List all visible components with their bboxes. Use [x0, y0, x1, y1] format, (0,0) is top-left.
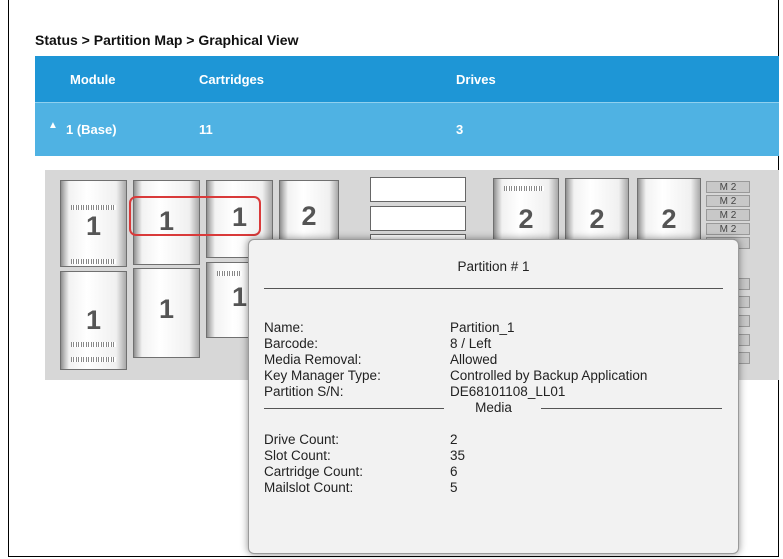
- field-value: DE68101108_LL01: [450, 384, 566, 399]
- tooltip-title: Partition # 1: [457, 259, 530, 274]
- field-label: Name:: [264, 320, 304, 335]
- field-value: Allowed: [450, 352, 498, 367]
- barcode-label: [71, 342, 116, 347]
- divider: [264, 288, 723, 289]
- field-value: 35: [450, 448, 466, 463]
- barcode-label: [217, 271, 242, 276]
- magazine-slot[interactable]: 2: [493, 178, 559, 248]
- barcode-label: [504, 186, 544, 191]
- barcode-label: [71, 357, 116, 362]
- breadcrumb: Status > Partition Map > Graphical View: [35, 32, 299, 48]
- mailslot[interactable]: M 2: [706, 223, 750, 235]
- magazine-slot[interactable]: 1: [133, 268, 200, 358]
- cartridges-value: 11: [199, 122, 213, 137]
- field-label: Key Manager Type:: [264, 368, 381, 383]
- column-header-module: Module: [70, 72, 116, 87]
- field-value: 8 / Left: [450, 336, 492, 351]
- magazine-slot[interactable]: 2: [637, 178, 701, 248]
- field-label: Cartridge Count:: [264, 464, 364, 479]
- mailslot[interactable]: M 2: [706, 209, 750, 221]
- drives-value: 3: [456, 122, 464, 137]
- field-label: Mailslot Count:: [264, 480, 354, 495]
- field-value: 5: [450, 480, 458, 495]
- partition-tooltip: Partition # 1 Name: Partition_1 Barcode:…: [248, 239, 739, 554]
- barcode-label: [71, 259, 116, 264]
- field-label: Slot Count:: [264, 448, 331, 463]
- module-row[interactable]: ▲ 1 (Base) 11 3: [35, 102, 779, 156]
- drive-slot[interactable]: [370, 177, 466, 202]
- field-value: Controlled by Backup Application: [450, 368, 648, 383]
- partition-highlight: [129, 196, 261, 236]
- field-label: Drive Count:: [264, 432, 340, 447]
- mailslot[interactable]: M 2: [706, 181, 750, 193]
- field-value: Partition_1: [450, 320, 515, 335]
- module-value: 1 (Base): [66, 122, 117, 137]
- magazine-slot[interactable]: 1: [60, 271, 127, 370]
- magazine-slot[interactable]: 1: [60, 180, 127, 267]
- column-header-cartridges: Cartridges: [199, 72, 265, 87]
- field-value: 6: [450, 464, 458, 479]
- table-header: Module Cartridges Drives: [35, 56, 779, 102]
- mailslot[interactable]: M 2: [706, 195, 750, 207]
- section-title-media: Media: [475, 400, 512, 415]
- column-header-drives: Drives: [456, 72, 496, 87]
- field-label: Partition S/N:: [264, 384, 344, 399]
- barcode-label: [71, 205, 116, 210]
- field-label: Media Removal:: [264, 352, 362, 367]
- magazine-slot[interactable]: 2: [565, 178, 629, 248]
- drive-slot[interactable]: [370, 206, 466, 231]
- collapse-triangle-icon[interactable]: ▲: [48, 120, 58, 131]
- field-label: Barcode:: [264, 336, 319, 351]
- field-value: 2: [450, 432, 458, 447]
